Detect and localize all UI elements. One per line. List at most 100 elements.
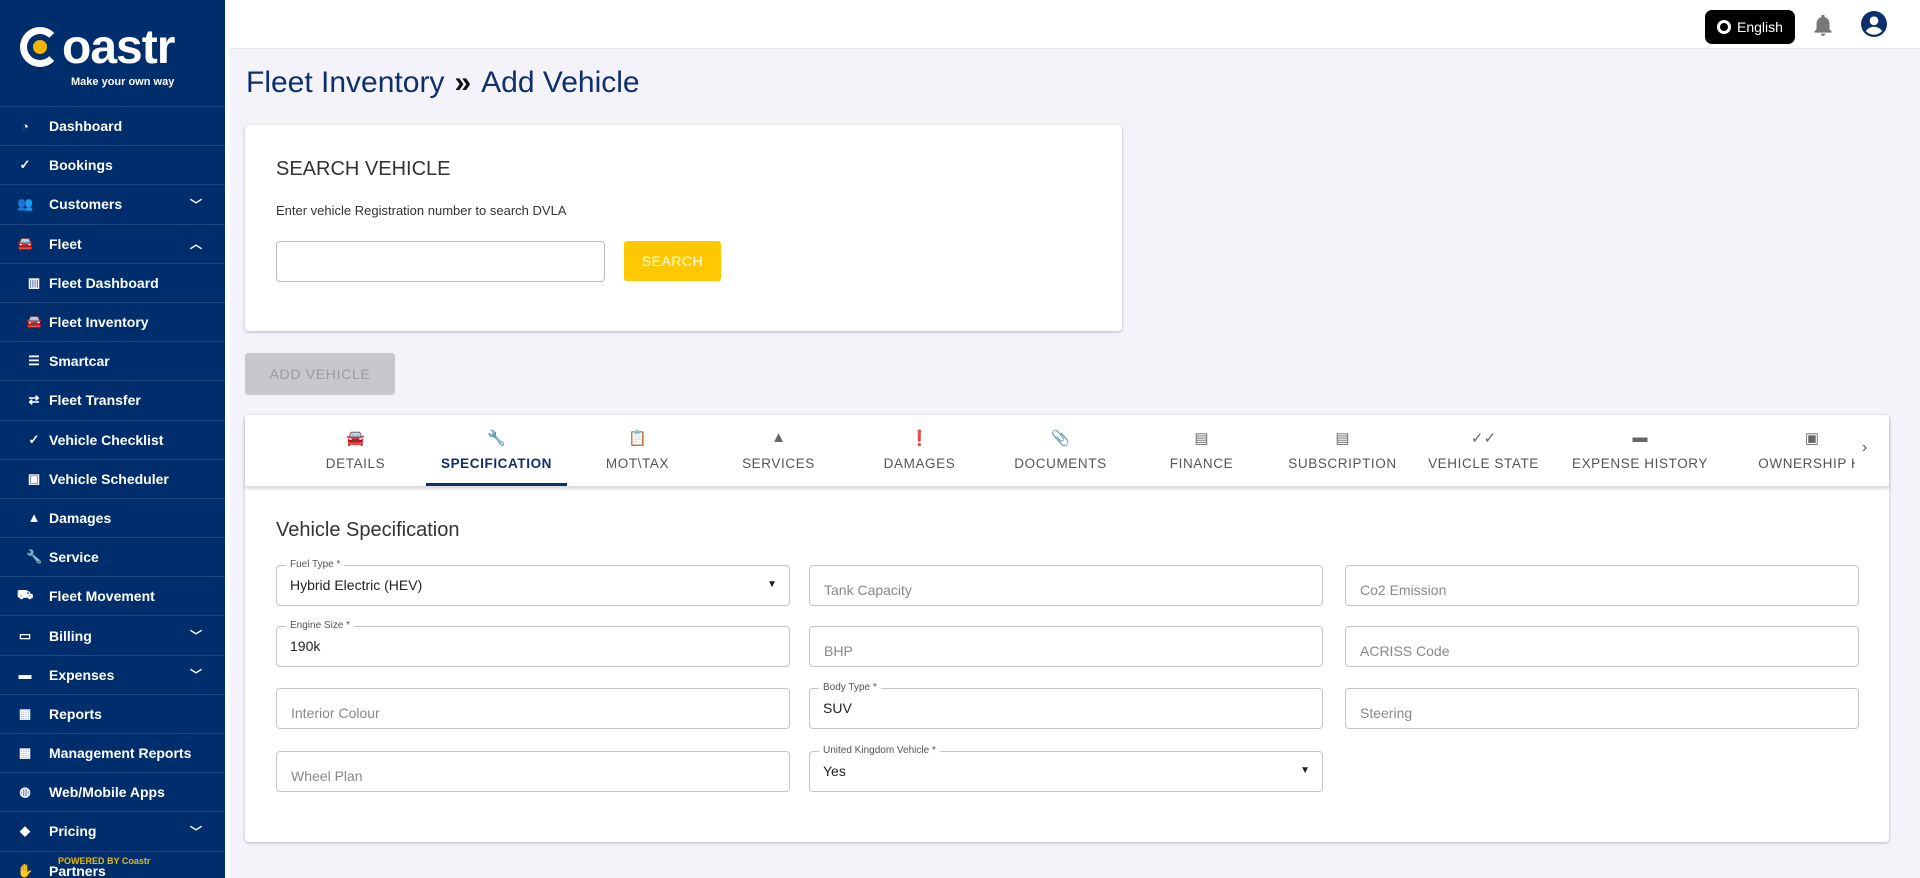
interior-colour-input[interactable]: Interior Colour	[276, 688, 790, 729]
add-vehicle-button[interactable]: ADD VEHICLE	[245, 353, 395, 395]
tab-label: SPECIFICATION	[440, 456, 553, 471]
breadcrumb-separator: »	[454, 66, 472, 99]
wrench-icon: 🔧	[26, 549, 43, 565]
bhp-input[interactable]: BHP	[809, 626, 1323, 667]
tab-documents[interactable]: 📎 DOCUMENTS	[990, 415, 1131, 487]
body-type-input[interactable]: Body Type * SUV	[809, 682, 1323, 729]
field-label: United Kingdom Vehicle *	[819, 745, 940, 756]
notification-bell-icon[interactable]	[1810, 12, 1836, 38]
united-kingdom-vehicle-select[interactable]: United Kingdom Vehicle * Yes ▼	[809, 745, 1323, 792]
calendar-icon: ▣	[27, 470, 41, 486]
tab-label: EXPENSE HISTORY	[1571, 456, 1709, 471]
truck-icon: ⛟	[17, 587, 34, 603]
topbar	[230, 0, 1920, 49]
user-account-icon[interactable]	[1861, 11, 1887, 37]
sidebar: oastr Make your own way ◔ Dashboard ✓ Booki…	[0, 0, 225, 878]
field-label: Body Type *	[819, 682, 881, 693]
language-selector[interactable]: English	[1705, 10, 1795, 44]
tab-ownership-hi[interactable]: ▣ OWNERSHIP HI	[1726, 415, 1855, 487]
sidebar-item-fleet[interactable]: 🚘 Fleet ︿	[0, 225, 225, 264]
tab-specification[interactable]: 🔧 SPECIFICATION	[426, 415, 567, 487]
search-vehicle-title: SEARCH VEHICLE	[276, 158, 451, 180]
people-icon: 👥	[17, 196, 34, 212]
sidebar-item-billing[interactable]: ▭ Billing ﹀	[0, 616, 225, 656]
sidebar-item-fleet-dashboard[interactable]: ▥ Fleet Dashboard	[0, 264, 225, 303]
globe-icon: ◍	[19, 784, 31, 800]
registration-search-input[interactable]	[276, 241, 605, 282]
billing-icon: ▭	[18, 627, 32, 643]
tab-strip: 🚘 DETAILS 🔧 SPECIFICATION 📋 MOT\TAX ▲ SERVICES ❗…	[285, 415, 1855, 487]
sidebar-item-label: Vehicle Checklist	[49, 431, 164, 448]
sidebar-item-web-mobile-apps[interactable]: ◍ Web/Mobile Apps	[0, 773, 225, 813]
sidebar-nav: ◔ Dashboard ✓ Bookings 👥 Customers ﹀ 🚘 Fleet ︿ ▥ Fl…	[0, 107, 225, 878]
dropdown-arrow-icon[interactable]: ▼	[1300, 765, 1310, 776]
chevron-down-icon[interactable]: ﹀	[190, 823, 202, 840]
map-icon: ▥	[27, 274, 41, 290]
tab-services[interactable]: ▲ SERVICES	[708, 415, 849, 487]
wheel-plan-input[interactable]: Wheel Plan	[276, 751, 790, 792]
sidebar-item-damages[interactable]: ▲ Damages	[0, 499, 225, 539]
language-label: English	[1737, 19, 1783, 35]
sidebar-item-smartcar[interactable]: ☰ Smartcar	[0, 342, 225, 382]
tab-expense-history[interactable]: ▬ EXPENSE HISTORY	[1554, 415, 1726, 487]
sidebar-item-vehicle-checklist[interactable]: ✓ Vehicle Checklist	[0, 421, 225, 460]
handshake-icon: ✋	[17, 862, 34, 878]
tab-label: MOT\TAX	[605, 456, 670, 471]
chevron-down-icon[interactable]: ﹀	[190, 666, 202, 683]
coastr-logo[interactable]: oastr Make your own way	[0, 0, 225, 107]
tab-scroll-right-icon[interactable]: ›	[1862, 439, 1867, 457]
sidebar-item-reports[interactable]: ▦ Reports	[0, 695, 225, 734]
co2-emission-input[interactable]: Co2 Emission	[1345, 565, 1859, 606]
car-icon: 🚘	[26, 314, 43, 330]
sidebar-item-label: Pricing	[49, 823, 97, 840]
search-vehicle-card: SEARCH VEHICLE Enter vehicle Registratio…	[245, 125, 1122, 331]
sidebar-item-service[interactable]: 🔧 Service	[0, 538, 225, 578]
field-label: Engine Size *	[286, 620, 355, 631]
vehicle-tabs-card: 🚘 DETAILS 🔧 SPECIFICATION 📋 MOT\TAX ▲ SERVICES ❗…	[245, 415, 1889, 842]
chevron-up-icon[interactable]: ︿	[190, 235, 202, 252]
sidebar-item-vehicle-scheduler[interactable]: ▣ Vehicle Scheduler	[0, 460, 225, 499]
sidebar-scrollbar-thumb[interactable]	[225, 0, 230, 685]
tab-vehicle-state[interactable]: ✓✓ VEHICLE STATE	[1413, 415, 1554, 487]
tab-mot-tax[interactable]: 📋 MOT\TAX	[567, 415, 708, 487]
tab-details[interactable]: 🚘 DETAILS	[285, 415, 426, 487]
sidebar-item-label: Smartcar	[49, 353, 110, 370]
tab-finance[interactable]: ▤ FINANCE	[1131, 415, 1272, 487]
tank-capacity-input[interactable]: Tank Capacity	[809, 565, 1323, 606]
engine-size-input[interactable]: Engine Size * 190k	[276, 620, 790, 667]
tab-label: VEHICLE STATE	[1428, 456, 1539, 471]
tab-label: DAMAGES	[883, 456, 956, 471]
sidebar-item-label: Management Reports	[49, 745, 192, 762]
sidebar-item-dashboard[interactable]: ◔ Dashboard	[0, 107, 225, 147]
sidebar-item-expenses[interactable]: ▬ Expenses ﹀	[0, 656, 225, 695]
chevron-down-icon[interactable]: ﹀	[190, 627, 202, 644]
sidebar-item-pricing[interactable]: ◆ Pricing ﹀	[0, 812, 225, 852]
dropdown-arrow-icon[interactable]: ▼	[767, 579, 777, 590]
tab-subscription[interactable]: ▤ SUBSCRIPTION	[1272, 415, 1413, 487]
sidebar-item-label: Service	[49, 549, 99, 566]
sidebar-item-customers[interactable]: 👥 Customers ﹀	[0, 185, 225, 225]
sidebar-item-label: Fleet	[49, 235, 82, 252]
powered-by-badge: POWERED BY Coastr	[55, 855, 154, 867]
acriss-code-input[interactable]: ACRISS Code	[1345, 626, 1859, 667]
chevron-down-icon[interactable]: ﹀	[190, 196, 202, 213]
sidebar-item-label: Web/Mobile Apps	[49, 784, 165, 801]
double-check-icon: ✓	[28, 431, 40, 447]
tab-label: DOCUMENTS	[1014, 456, 1107, 471]
sidebar-item-fleet-movement[interactable]: ⛟ Fleet Movement	[0, 577, 225, 617]
sidebar-item-bookings[interactable]: ✓ Bookings	[0, 146, 225, 186]
sidebar-item-management-reports[interactable]: ▦ Management Reports	[0, 734, 225, 774]
wrench-icon: 🔧	[487, 430, 506, 447]
steering-input[interactable]: Steering	[1345, 688, 1859, 729]
sidebar-item-fleet-transfer[interactable]: ⇄ Fleet Transfer	[0, 381, 225, 421]
search-button[interactable]: SEARCH	[624, 241, 721, 281]
breadcrumb-fleet-inventory[interactable]: Fleet Inventory	[246, 66, 444, 99]
field-placeholder: Co2 Emission	[1360, 582, 1447, 598]
sidebar-item-label: Fleet Transfer	[49, 392, 141, 409]
tab-damages[interactable]: ❗ DAMAGES	[849, 415, 990, 487]
sidebar-item-label: Fleet Dashboard	[49, 274, 159, 291]
search-vehicle-help: Enter vehicle Registration number to sea…	[276, 203, 567, 218]
counter-icon: ▤	[1335, 430, 1350, 447]
fuel-type-select[interactable]: Fuel Type * Hybrid Electric (HEV) ▼	[276, 559, 790, 606]
sidebar-item-fleet-inventory[interactable]: 🚘 Fleet Inventory	[0, 303, 225, 343]
